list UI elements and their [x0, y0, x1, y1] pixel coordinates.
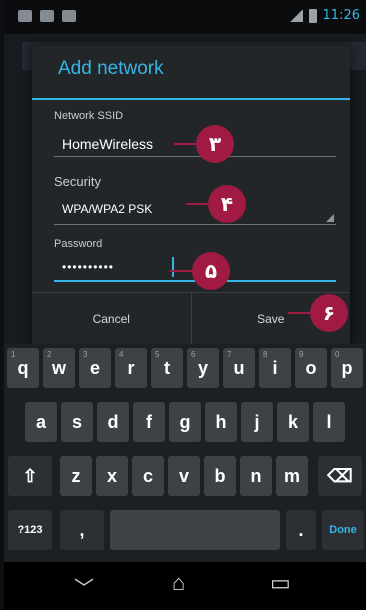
game-controller-icon — [62, 10, 76, 22]
spinner-arrow-icon — [326, 214, 334, 222]
key-k[interactable]: k — [277, 402, 309, 442]
key-d[interactable]: d — [97, 402, 129, 442]
key-l[interactable]: l — [313, 402, 345, 442]
shift-icon: ⇧ — [22, 465, 38, 486]
callout-stem — [170, 270, 192, 272]
key-f[interactable]: f — [133, 402, 165, 442]
back-icon[interactable]: ﹀ — [74, 572, 94, 601]
key-v[interactable]: v — [168, 456, 200, 496]
shift-key[interactable]: ⇧ — [8, 456, 52, 496]
key-n[interactable]: n — [240, 456, 272, 496]
status-time: 11:26 — [322, 8, 360, 23]
key-j[interactable]: j — [241, 402, 273, 442]
key-label: r — [127, 357, 135, 378]
ssid-label: Network SSID — [54, 110, 124, 122]
key-z[interactable]: z — [60, 456, 92, 496]
symbols-key[interactable]: ?123 — [8, 510, 52, 550]
key-hint: 6 — [191, 350, 196, 359]
key-u[interactable]: 7u — [223, 348, 255, 388]
signal-icon — [288, 9, 303, 22]
key-label: y — [197, 357, 208, 378]
recents-icon[interactable]: ▭ — [270, 570, 291, 596]
key-label: o — [305, 357, 317, 378]
callout-6: ۶ — [288, 294, 348, 332]
keyboard-row-4: ?123 , . Done — [4, 510, 366, 556]
done-key[interactable]: Done — [322, 510, 364, 550]
period-key[interactable]: . — [286, 510, 316, 550]
home-icon[interactable]: ⌂ — [172, 570, 185, 596]
key-i[interactable]: 8i — [259, 348, 291, 388]
key-o[interactable]: 9o — [295, 348, 327, 388]
callout-5: ۵ — [170, 252, 230, 290]
key-p[interactable]: 0p — [331, 348, 363, 388]
key-label: q — [17, 357, 29, 378]
key-label: t — [164, 357, 170, 378]
space-key[interactable] — [110, 510, 280, 550]
key-hint: 9 — [299, 350, 304, 359]
key-hint: 7 — [227, 350, 232, 359]
key-q[interactable]: 1q — [7, 348, 39, 388]
keyboard-row-1: 1q2w3e4r5t6y7u8i9o0p — [4, 348, 366, 394]
key-x[interactable]: x — [96, 456, 128, 496]
callout-stem — [186, 203, 208, 205]
key-hint: 3 — [83, 350, 88, 359]
password-label: Password — [54, 238, 103, 250]
key-b[interactable]: b — [204, 456, 236, 496]
backspace-icon: ⌫ — [327, 465, 353, 486]
security-underline — [54, 224, 336, 225]
callout-stem — [174, 143, 196, 145]
key-label: p — [341, 357, 353, 378]
key-t[interactable]: 5t — [151, 348, 183, 388]
key-y[interactable]: 6y — [187, 348, 219, 388]
key-hint: 1 — [11, 350, 16, 359]
comma-key[interactable]: , — [60, 510, 104, 550]
soft-keyboard: 1q2w3e4r5t6y7u8i9o0p asdfghjkl ⇧ ⌫ zxcvb… — [4, 344, 366, 562]
dialog-title: Add network — [58, 58, 164, 79]
security-label: Security — [54, 174, 101, 189]
password-input[interactable]: •••••••••• — [62, 260, 114, 274]
keyboard-row-2: asdfghjkl — [4, 402, 366, 448]
ssid-input[interactable]: HomeWireless — [62, 136, 153, 152]
title-divider — [32, 98, 350, 100]
key-s[interactable]: s — [61, 402, 93, 442]
key-hint: 2 — [47, 350, 52, 359]
key-a[interactable]: a — [25, 402, 57, 442]
key-label: e — [89, 357, 100, 378]
cancel-button[interactable]: Cancel — [32, 293, 191, 345]
keyboard-row-3: ⇧ ⌫ zxcvbnm — [4, 456, 366, 502]
callout-badge: ۶ — [310, 294, 348, 332]
key-w[interactable]: 2w — [43, 348, 75, 388]
battery-icon — [308, 8, 317, 23]
key-label: i — [272, 357, 278, 378]
status-icons-left — [18, 10, 76, 22]
notification-icon — [40, 10, 54, 22]
key-m[interactable]: m — [276, 456, 308, 496]
key-hint: 4 — [119, 350, 124, 359]
status-bar: 11:26 — [4, 0, 366, 34]
callout-badge: ۳ — [196, 125, 234, 163]
delete-key[interactable]: ⌫ — [318, 456, 362, 496]
phone-screen: 11:26 Add network Network SSID HomeWirel… — [4, 0, 366, 610]
key-label: u — [233, 357, 245, 378]
callout-badge: ۴ — [208, 185, 246, 223]
key-hint: 5 — [155, 350, 160, 359]
wifi-status-icon — [18, 10, 32, 22]
key-g[interactable]: g — [169, 402, 201, 442]
callout-stem — [288, 312, 310, 314]
security-spinner[interactable]: WPA/WPA2 PSK — [62, 202, 152, 216]
key-e[interactable]: 3e — [79, 348, 111, 388]
status-icons-right: 11:26 — [288, 8, 360, 23]
callout-badge: ۵ — [192, 252, 230, 290]
key-hint: 0 — [335, 350, 340, 359]
callout-4: ۴ — [186, 185, 246, 223]
key-r[interactable]: 4r — [115, 348, 147, 388]
callout-3: ۳ — [174, 125, 234, 163]
navigation-bar: ﹀ ⌂ ▭ — [4, 562, 366, 610]
key-c[interactable]: c — [132, 456, 164, 496]
key-h[interactable]: h — [205, 402, 237, 442]
key-label: w — [51, 357, 66, 378]
key-hint: 8 — [263, 350, 268, 359]
